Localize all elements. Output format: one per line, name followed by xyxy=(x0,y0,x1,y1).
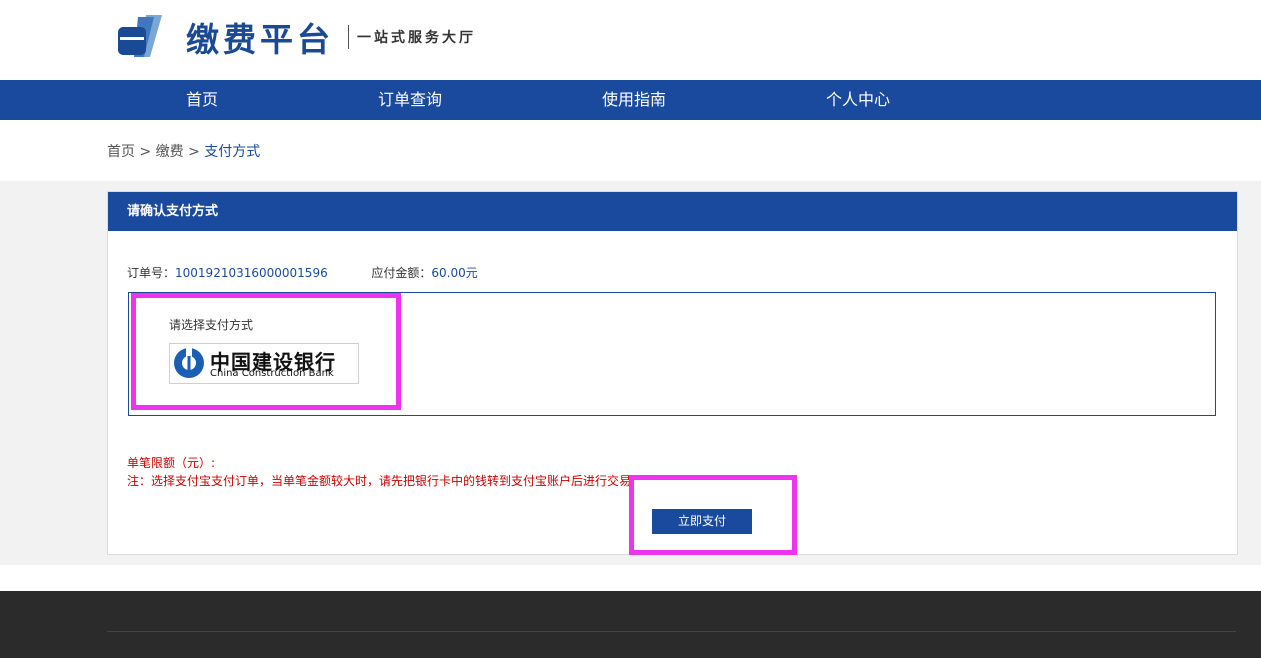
breadcrumb-separator: > xyxy=(135,144,156,160)
logo-divider xyxy=(348,25,349,49)
site-slogan: 一站式服务大厅 xyxy=(357,30,476,46)
footer xyxy=(0,591,1261,658)
single-limit-text: 单笔限额（元）: xyxy=(127,456,216,470)
highlight-box-bank xyxy=(131,293,401,410)
nav-item-home[interactable]: 首页 xyxy=(186,80,218,120)
order-number-label: 订单号： xyxy=(127,266,176,280)
nav-item-guide[interactable]: 使用指南 xyxy=(602,80,666,120)
nav-item-order-query[interactable]: 订单查询 xyxy=(378,80,442,120)
payment-note: 注：选择支付宝支付订单，当单笔金额较大时，请先把银行卡中的钱转到支付宝账户后进行… xyxy=(127,474,632,488)
site-title: 缴费平台 xyxy=(186,20,334,59)
breadcrumb-separator: > xyxy=(183,144,205,160)
panel-header: 请确认支付方式 xyxy=(108,192,1237,231)
breadcrumb-home[interactable]: 首页 xyxy=(107,144,135,160)
nav-item-personal-center[interactable]: 个人中心 xyxy=(826,80,890,120)
site-logo[interactable]: 缴费平台 一站式服务大厅 xyxy=(116,12,476,62)
order-number: 10019210316000001596 xyxy=(175,266,328,280)
breadcrumb: 首页 > 缴费 > 支付方式 xyxy=(107,141,260,161)
amount-label: 应付金额： xyxy=(371,266,432,280)
breadcrumb-pay[interactable]: 缴费 xyxy=(156,144,184,160)
breadcrumb-current: 支付方式 xyxy=(204,144,261,160)
main-nav: 首页 订单查询 使用指南 个人中心 xyxy=(0,80,1261,120)
logo-icon xyxy=(116,13,168,61)
order-info: 订单号：10019210316000001596 应付金额：60.00元 xyxy=(127,264,478,281)
footer-divider xyxy=(107,631,1236,632)
highlight-box-pay-button xyxy=(629,475,797,555)
amount-value: 60.00元 xyxy=(431,266,478,280)
panel-title: 请确认支付方式 xyxy=(127,204,219,219)
